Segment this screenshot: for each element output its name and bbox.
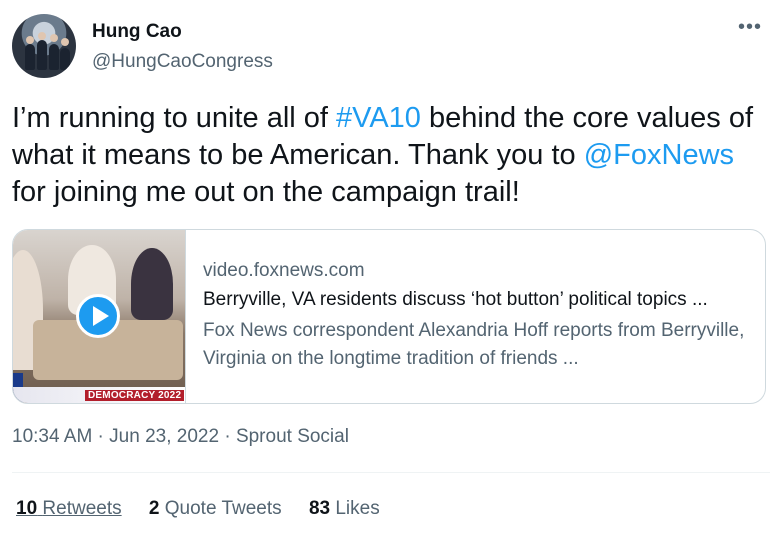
tweet-date[interactable]: Jun 23, 2022 (109, 426, 219, 447)
more-options-icon[interactable]: ••• (738, 17, 762, 37)
tweet-time[interactable]: 10:34 AM (12, 426, 92, 447)
hashtag-link[interactable]: #VA10 (336, 102, 421, 134)
card-description: Fox News correspondent Alexandria Hoff r… (203, 320, 745, 369)
meta-separator: · (92, 426, 110, 447)
retweets-count: 10 (16, 498, 38, 519)
tweet-header: Hung Cao @HungCaoCongress ••• (12, 14, 770, 78)
thumbnail-banner: DEMOCRACY 2022 (85, 390, 185, 401)
play-icon[interactable] (76, 294, 120, 338)
tweet-text-part: for joining me out on the campaign trail… (12, 176, 520, 208)
likes-count: 83 (308, 498, 331, 519)
likes-link[interactable]: 83 Likes (309, 498, 380, 519)
card-body: video.foxnews.com Berryville, VA residen… (203, 260, 753, 373)
divider (12, 472, 770, 473)
card-domain: video.foxnews.com (203, 260, 365, 281)
retweets-link[interactable]: 10 Retweets (16, 498, 122, 519)
card-title: Berryville, VA residents discuss ‘hot bu… (203, 289, 708, 310)
likes-label: Likes (335, 498, 380, 519)
quote-tweets-count: 2 (148, 498, 160, 519)
engagement-stats: 10 Retweets 2 Quote Tweets 83 Likes (16, 498, 402, 520)
meta-separator: · (219, 426, 236, 447)
tweet-text-part: I’m running to unite all of (12, 102, 337, 134)
tweet-meta: 10:34 AM · Jun 23, 2022 · Sprout Social (12, 426, 349, 448)
mention-link[interactable]: @FoxNews (584, 139, 734, 171)
quote-tweets-link[interactable]: 2 Quote Tweets (149, 498, 282, 519)
tweet-source[interactable]: Sprout Social (236, 426, 349, 447)
link-preview-card[interactable]: DEMOCRACY 2022 video.foxnews.com Berryvi… (12, 229, 766, 404)
author-handle[interactable]: @HungCaoCongress (92, 51, 273, 73)
avatar[interactable] (12, 14, 76, 78)
author-name[interactable]: Hung Cao (92, 21, 182, 43)
retweets-label: Retweets (42, 498, 122, 519)
quote-tweets-label: Quote Tweets (164, 498, 282, 519)
video-thumbnail[interactable]: DEMOCRACY 2022 (13, 230, 186, 403)
tweet-text: I’m running to unite all of #VA10 behind… (12, 100, 772, 211)
